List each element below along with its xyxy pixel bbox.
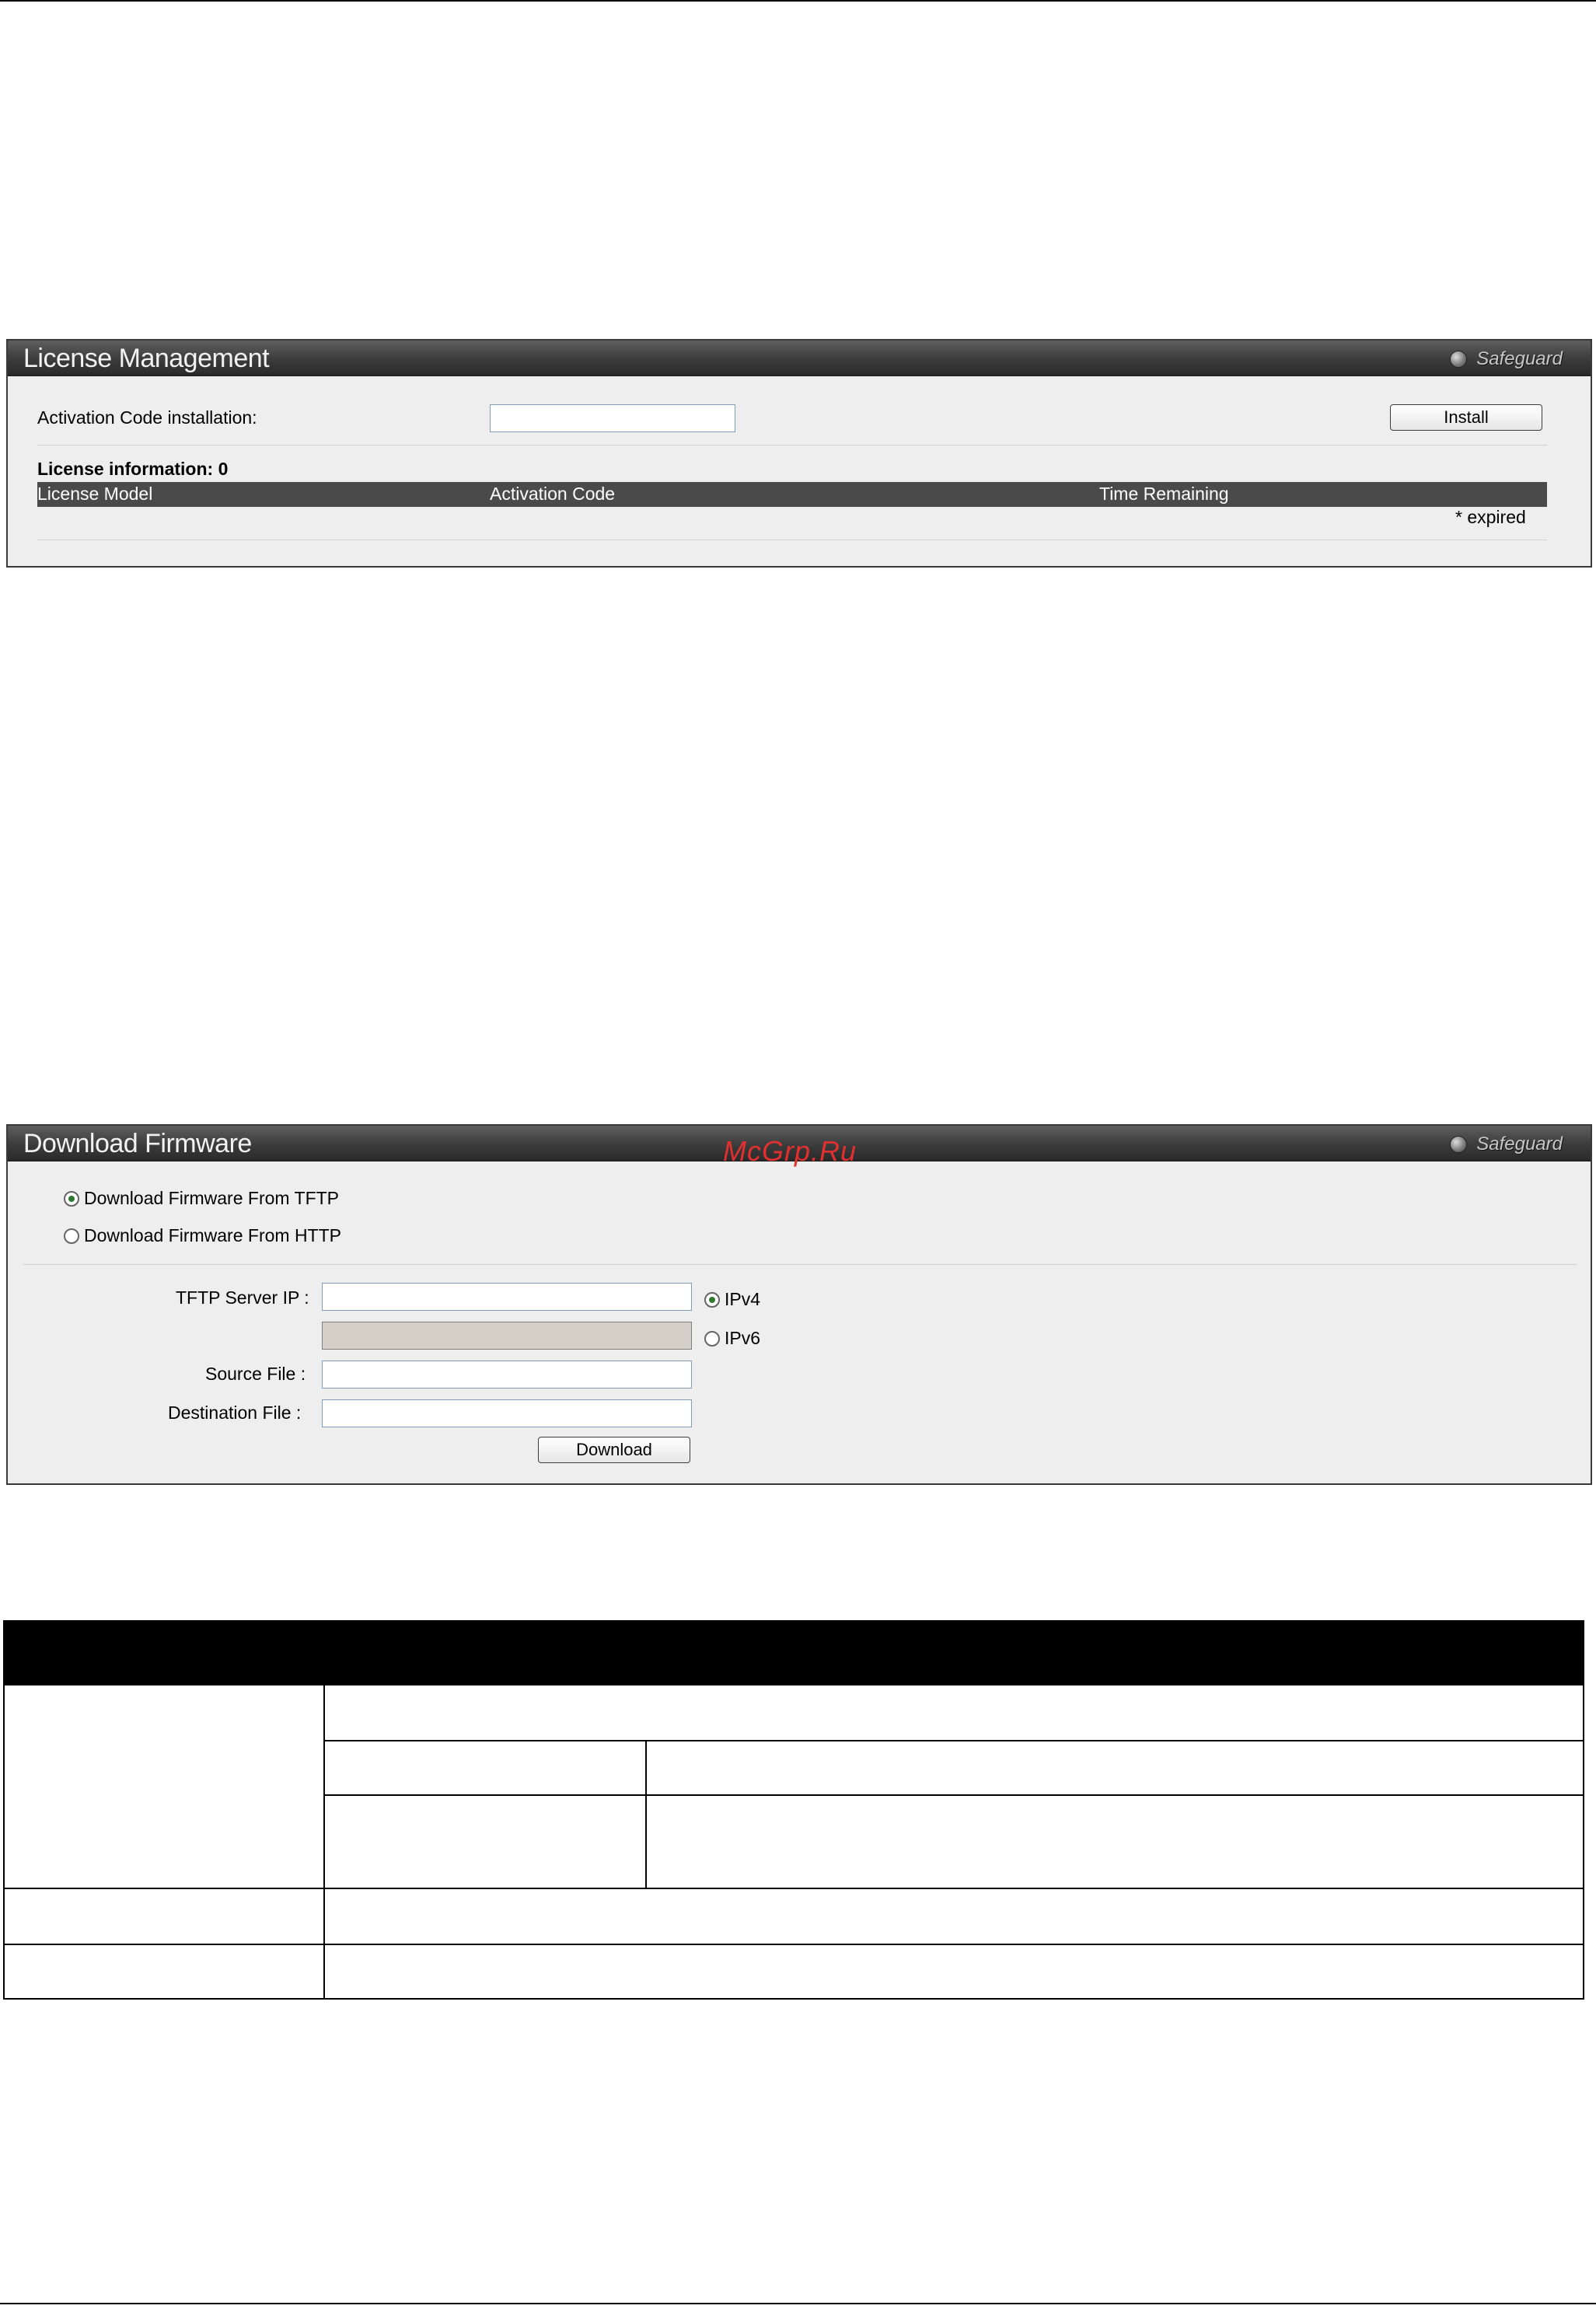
destination-file-input[interactable] xyxy=(322,1399,692,1427)
table-cell xyxy=(3,1888,325,1945)
panel-title: License Management xyxy=(23,344,270,373)
table-cell xyxy=(323,1684,1584,1741)
source-file-input[interactable] xyxy=(322,1361,692,1389)
license-information-count: License information: 0 xyxy=(37,459,229,479)
column-activation-code: Activation Code xyxy=(490,484,616,504)
safeguard-label: Safeguard xyxy=(1476,1134,1563,1154)
source-file-label: Source File : xyxy=(205,1364,306,1384)
bottom-rule xyxy=(0,2303,1596,2304)
install-button[interactable]: Install xyxy=(1390,404,1542,431)
column-license-model: License Model xyxy=(37,484,153,504)
table-cell xyxy=(323,1740,647,1796)
table-cell xyxy=(645,1794,1584,1889)
radio-label: IPv4 xyxy=(725,1289,761,1309)
table-header-cell xyxy=(323,1620,1584,1685)
radio-checked-icon[interactable] xyxy=(704,1291,720,1308)
top-rule xyxy=(0,0,1596,2)
panel-header: License Management Safeguard xyxy=(8,341,1591,376)
tftp-server-ipv6-input[interactable] xyxy=(322,1322,692,1350)
table-cell xyxy=(645,1740,1584,1796)
safeguard-label: Safeguard xyxy=(1476,348,1563,369)
safeguard-icon xyxy=(1450,351,1468,368)
activation-code-label: Activation Code installation: xyxy=(37,407,257,428)
safeguard-icon xyxy=(1450,1136,1468,1153)
panel-title: Download Firmware xyxy=(23,1129,252,1158)
watermark: McGrp.Ru xyxy=(723,1135,857,1167)
table-cell xyxy=(323,1794,647,1889)
radio-ipv4[interactable]: IPv4 xyxy=(704,1289,760,1310)
table-cell xyxy=(323,1888,1584,1945)
radio-unchecked-icon[interactable] xyxy=(704,1330,720,1347)
table-header-cell xyxy=(3,1620,325,1685)
license-management-panel: License Management Safeguard Activation … xyxy=(6,339,1592,568)
download-firmware-panel: Download Firmware Safeguard Download Fir… xyxy=(6,1124,1592,1485)
destination-file-label: Destination File : xyxy=(168,1403,302,1423)
license-table-header: License Model Activation Code Time Remai… xyxy=(37,482,1547,507)
download-button[interactable]: Download xyxy=(538,1437,690,1463)
radio-download-from-tftp[interactable]: Download Firmware From TFTP xyxy=(64,1188,339,1209)
safeguard-indicator[interactable]: Safeguard xyxy=(1450,1134,1563,1155)
tftp-server-ipv4-input[interactable] xyxy=(322,1283,692,1311)
radio-ipv6[interactable]: IPv6 xyxy=(704,1328,760,1349)
divider xyxy=(23,1264,1577,1265)
tftp-server-ip-label: TFTP Server IP : xyxy=(176,1287,309,1308)
table-cell xyxy=(323,1944,1584,2000)
radio-label: Download Firmware From TFTP xyxy=(84,1188,340,1208)
radio-unchecked-icon[interactable] xyxy=(64,1228,79,1244)
table-cell xyxy=(3,1944,325,2000)
column-time-remaining: Time Remaining xyxy=(1099,484,1229,504)
safeguard-indicator[interactable]: Safeguard xyxy=(1450,348,1563,370)
radio-label: IPv6 xyxy=(725,1328,761,1348)
radio-checked-icon[interactable] xyxy=(64,1190,79,1207)
expired-footnote: * expired xyxy=(1455,507,1526,527)
radio-download-from-http[interactable]: Download Firmware From HTTP xyxy=(64,1225,341,1246)
radio-label: Download Firmware From HTTP xyxy=(84,1225,341,1245)
table-cell xyxy=(3,1684,325,1889)
activation-code-input[interactable] xyxy=(490,404,735,432)
